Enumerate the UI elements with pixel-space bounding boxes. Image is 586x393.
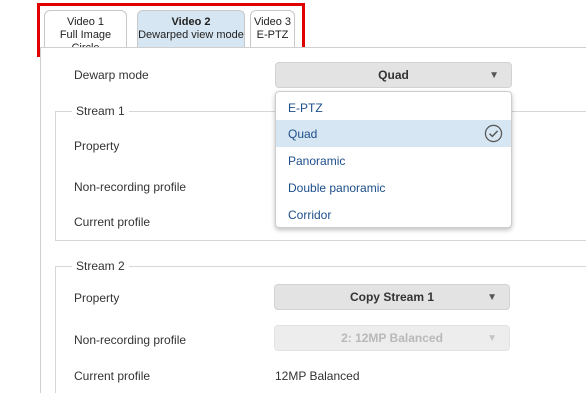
check-circle-icon [484,124,503,143]
stream-1-current-label: Current profile [74,215,151,229]
dropdown-option-quad[interactable]: Quad [276,120,511,147]
stream-2-current-label: Current profile [74,369,151,383]
stream-1-property-label: Property [74,139,120,153]
dropdown-option-label: Quad [288,126,318,141]
stream-2-property-select[interactable]: Copy Stream 1 ▼ [274,284,510,310]
dewarp-mode-value: Quad [378,68,409,82]
dropdown-option-corridor[interactable]: Corridor [276,201,511,228]
dropdown-option-label: Double panoramic [288,180,386,195]
dewarp-mode-dropdown: E-PTZ Quad Panoramic Double panoramic Co… [275,91,512,228]
stream-2-nonrec-value: 2: 12MP Balanced [341,331,443,345]
dropdown-option-eptz[interactable]: E-PTZ [276,94,511,121]
stream-2-current-value: 12MP Balanced [275,369,360,383]
chevron-down-icon: ▼ [489,70,499,81]
dewarp-mode-label: Dewarp mode [74,68,149,82]
dropdown-option-label: Corridor [288,207,332,222]
dropdown-option-double-panoramic[interactable]: Double panoramic [276,174,511,201]
dropdown-option-label: Panoramic [288,153,346,168]
dropdown-option-panoramic[interactable]: Panoramic [276,147,511,174]
dropdown-option-label: E-PTZ [288,100,323,115]
stream-2-nonrec-label: Non-recording profile [74,333,187,347]
stream-1-nonrec-label: Non-recording profile [74,180,187,194]
stream-2-property-value: Copy Stream 1 [349,290,435,304]
stream-2-nonrec-select[interactable]: 2: 12MP Balanced ▼ [274,325,510,351]
chevron-down-icon: ▼ [487,292,497,303]
stream-2-legend: Stream 2 [72,259,129,273]
chevron-down-icon: ▼ [487,333,497,344]
stream-2-property-label: Property [74,291,120,305]
stream-1-legend: Stream 1 [72,104,129,118]
dewarp-mode-select[interactable]: Quad ▼ [275,62,512,88]
